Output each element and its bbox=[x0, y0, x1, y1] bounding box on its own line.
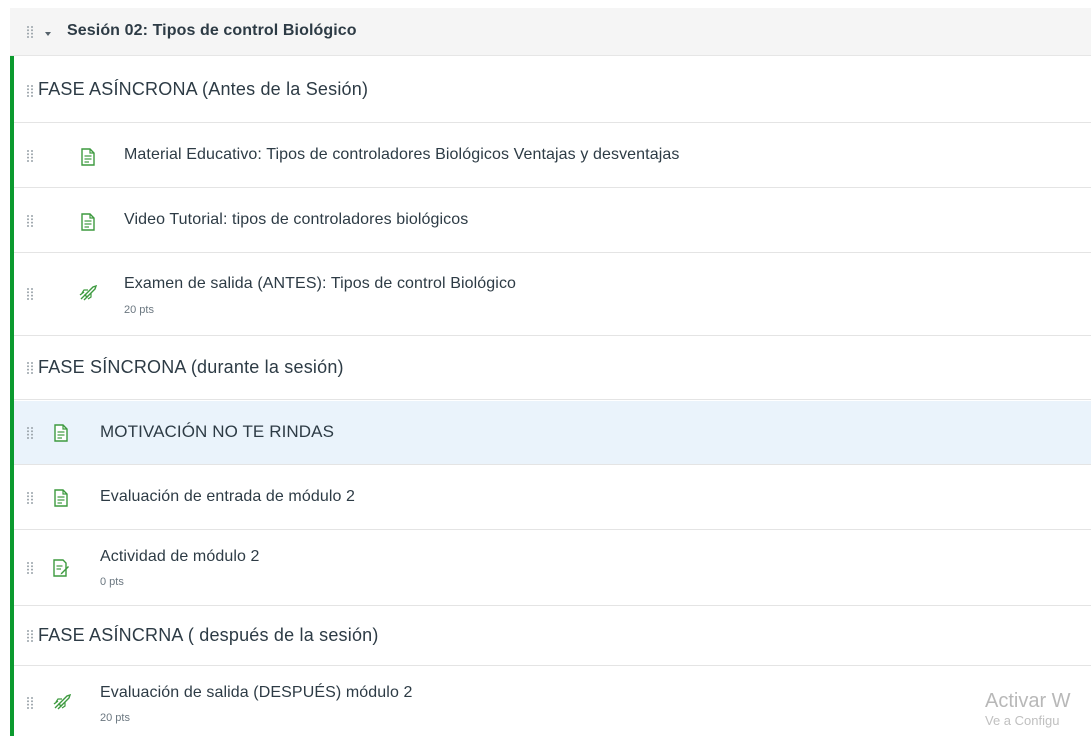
drag-handle-icon[interactable] bbox=[26, 287, 34, 301]
drag-handle-icon[interactable] bbox=[26, 25, 34, 39]
module-header[interactable]: Sesión 02: Tipos de control Biológico bbox=[10, 8, 1091, 56]
page-icon bbox=[53, 424, 69, 442]
subheader-row: FASE ASÍNCRNA ( después de la sesión) bbox=[14, 607, 1091, 666]
drag-handle-icon[interactable] bbox=[26, 149, 34, 163]
item-title-link[interactable]: Material Educativo: Tipos de controlador… bbox=[124, 146, 679, 164]
item-title-link[interactable]: MOTIVACIÓN NO TE RINDAS bbox=[100, 422, 334, 442]
collapse-caret-icon[interactable] bbox=[43, 26, 53, 36]
module-item-row[interactable]: Evaluación de entrada de módulo 2 bbox=[14, 466, 1091, 530]
page-icon bbox=[80, 213, 96, 231]
points-label: 20 pts bbox=[100, 712, 130, 724]
module-item-row[interactable]: Actividad de módulo 2 0 pts bbox=[14, 531, 1091, 606]
item-title-link[interactable]: Evaluación de entrada de módulo 2 bbox=[100, 488, 355, 506]
subheader-title: FASE SÍNCRONA (durante la sesión) bbox=[38, 357, 344, 377]
points-label: 0 pts bbox=[100, 576, 124, 588]
page-icon bbox=[80, 148, 96, 166]
drag-handle-icon[interactable] bbox=[26, 629, 34, 643]
drag-handle-icon[interactable] bbox=[26, 426, 34, 440]
drag-handle-icon[interactable] bbox=[26, 561, 34, 575]
drag-handle-icon[interactable] bbox=[26, 84, 34, 98]
module-item-row[interactable]: Examen de salida (ANTES): Tipos de contr… bbox=[14, 254, 1091, 336]
module-item-row[interactable]: Video Tutorial: tipos de controladores b… bbox=[14, 189, 1091, 253]
item-title-link[interactable]: Video Tutorial: tipos de controladores b… bbox=[124, 211, 468, 229]
subheader-row: FASE SÍNCRONA (durante la sesión) bbox=[14, 337, 1091, 400]
assignment-icon bbox=[52, 559, 70, 577]
drag-handle-icon[interactable] bbox=[26, 214, 34, 228]
drag-handle-icon[interactable] bbox=[26, 696, 34, 710]
module-item-row[interactable]: Evaluación de salida (DESPUÉS) módulo 2 … bbox=[14, 667, 1091, 736]
subheader-row: FASE ASÍNCRONA (Antes de la Sesión) bbox=[14, 57, 1091, 123]
module-item-row[interactable]: Material Educativo: Tipos de controlador… bbox=[14, 124, 1091, 188]
subheader-title: FASE ASÍNCRONA (Antes de la Sesión) bbox=[38, 79, 369, 99]
item-title-link[interactable]: Examen de salida (ANTES): Tipos de contr… bbox=[124, 275, 516, 293]
item-title-link[interactable]: Actividad de módulo 2 bbox=[100, 548, 260, 566]
module-item-row[interactable]: MOTIVACIÓN NO TE RINDAS bbox=[14, 401, 1091, 465]
activation-watermark-title: Activar W bbox=[985, 690, 1071, 712]
item-title-link[interactable]: Evaluación de salida (DESPUÉS) módulo 2 bbox=[100, 684, 413, 702]
page-icon bbox=[53, 489, 69, 507]
module-container: Sesión 02: Tipos de control Biológico FA… bbox=[10, 8, 1091, 736]
points-label: 20 pts bbox=[124, 304, 154, 316]
quiz-rocket-icon bbox=[52, 694, 72, 712]
subheader-title: FASE ASÍNCRNA ( después de la sesión) bbox=[38, 625, 379, 645]
quiz-rocket-icon bbox=[78, 285, 98, 303]
module-title[interactable]: Sesión 02: Tipos de control Biológico bbox=[67, 22, 357, 40]
drag-handle-icon[interactable] bbox=[26, 361, 34, 375]
activation-watermark-subtitle: Ve a Configu bbox=[985, 713, 1060, 728]
drag-handle-icon[interactable] bbox=[26, 491, 34, 505]
